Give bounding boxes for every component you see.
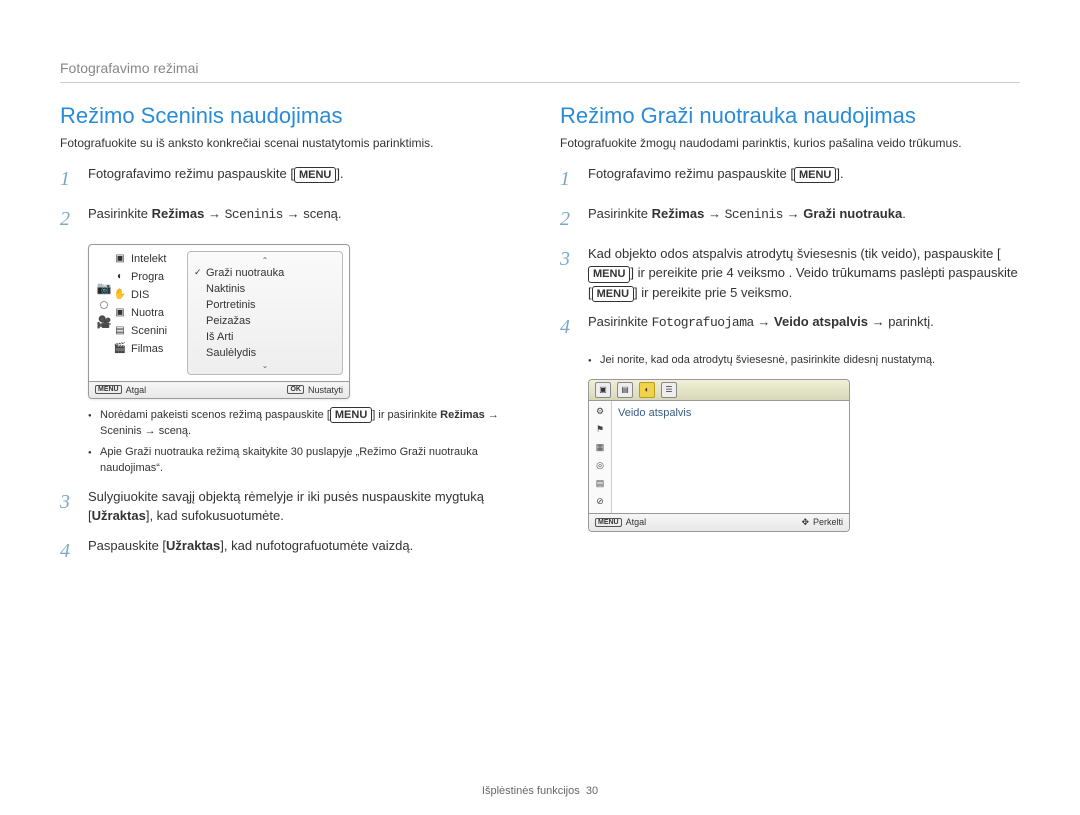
- right-step3: Kad objekto odos atspalvis atrodytų švie…: [588, 244, 1020, 303]
- tab-icon: ▤: [617, 382, 633, 398]
- move-icon: ✥: [801, 517, 809, 528]
- grid2-icon: ▤: [593, 477, 607, 491]
- right-title: Režimo Graži nuotrauka naudojimas: [560, 103, 1020, 129]
- check-icon: ✓: [194, 267, 202, 278]
- ok-tag: OK: [287, 385, 304, 394]
- right-step2: Pasirinkite Režimas → Sceninis → Graži n…: [588, 204, 1020, 234]
- list-item: Portretinis: [206, 299, 256, 311]
- right-step4: Pasirinkite Fotografuojama → Veido atspa…: [588, 312, 1020, 342]
- step-number: 3: [560, 244, 578, 303]
- list-item: DIS: [131, 289, 149, 301]
- tab-bar: ▣ ▤ ◐ ☰: [589, 380, 849, 401]
- setting-label: Veido atspalvis: [612, 401, 849, 513]
- off-icon: ⊘: [593, 495, 607, 509]
- target-icon: ◎: [593, 459, 607, 473]
- mode-icon: 🎬: [113, 343, 127, 355]
- menu-key: MENU: [330, 407, 372, 423]
- footer-label: Perkelti: [813, 517, 843, 527]
- step-number: 1: [60, 164, 78, 194]
- menu-key: MENU: [592, 286, 634, 302]
- scene-popup: ⌃ ✓Graži nuotrauka Naktinis Portretinis …: [187, 251, 343, 375]
- left-step4: Paspauskite [Užraktas], kad nufotografuo…: [88, 536, 520, 566]
- footer-label: Atgal: [126, 385, 147, 395]
- chevron-down-icon: ⌄: [192, 361, 338, 370]
- mode-icon: ✋: [113, 289, 127, 301]
- menu-tag: MENU: [95, 385, 122, 394]
- menu-key: MENU: [794, 167, 836, 183]
- slider-icon: ⚙: [593, 405, 607, 419]
- bullet-note: Apie Graži nuotrauka režimą skaitykite 3…: [88, 444, 520, 477]
- left-intro: Fotografuokite su iš anksto konkrečiai s…: [60, 135, 520, 152]
- mode-icon: ▣: [113, 253, 127, 265]
- step-number: 4: [560, 312, 578, 342]
- mode-icon: ▤: [113, 325, 127, 337]
- mode-dial-icons: 📷 🎥: [95, 251, 113, 375]
- grid-icon: ▦: [593, 441, 607, 455]
- page-footer: Išplėstinės funkcijos 30: [0, 785, 1080, 797]
- camera-icon: 📷: [97, 281, 112, 295]
- list-item: Naktinis: [206, 283, 245, 295]
- menu-tag: MENU: [595, 518, 622, 527]
- left-title: Režimo Sceninis naudojimas: [60, 103, 520, 129]
- mode-icon: ▣: [113, 307, 127, 319]
- list-item: Scenini: [131, 325, 167, 337]
- footer-label: Atgal: [626, 517, 647, 527]
- list-item: Intelekt: [131, 253, 166, 265]
- step-number: 1: [560, 164, 578, 194]
- video-icon: 🎥: [97, 315, 112, 329]
- step-number: 3: [60, 487, 78, 526]
- breadcrumb: Fotografavimo režimai: [60, 60, 1020, 83]
- mode-icon: ◐: [113, 271, 127, 283]
- scene-menu-screenshot: 📷 🎥 ▣ Intelekt ◐ Progra ✋ DIS ▣ Nuotra ▤ Scen…: [88, 244, 350, 399]
- tab-icon-selected: ◐: [639, 382, 655, 398]
- left-step2: Pasirinkite Režimas → Sceninis → sceną.: [88, 204, 520, 234]
- list-item: Filmas: [131, 343, 163, 355]
- tab-icon: ☰: [661, 382, 677, 398]
- left-step3: Sulygiuokite savąjį objektą rėmelyje ir …: [88, 487, 520, 526]
- chevron-up-icon: ⌃: [192, 256, 338, 265]
- left-step1: Fotografavimo režimu paspauskite [MENU].: [88, 164, 520, 194]
- bullet-note: Norėdami pakeisti scenos režimą paspausk…: [88, 407, 520, 440]
- face-tone-screenshot: ▣ ▤ ◐ ☰ ⚙ ⚑ ▦ ◎ ▤ ⊘ Veido atspalvis: [588, 379, 850, 532]
- step-number: 2: [60, 204, 78, 234]
- tab-icon: ▣: [595, 382, 611, 398]
- settings-icon-column: ⚙ ⚑ ▦ ◎ ▤ ⊘: [589, 401, 612, 513]
- mode-list: ▣Intelekt ◐Progra ✋DIS ▣Nuotra ▤Scenini …: [113, 251, 183, 375]
- list-item: Saulėlydis: [206, 347, 256, 359]
- right-step1: Fotografavimo režimu paspauskite [MENU].: [588, 164, 1020, 194]
- list-item: Progra: [131, 271, 164, 283]
- list-item: Nuotra: [131, 307, 164, 319]
- list-item: Graži nuotrauka: [206, 267, 284, 279]
- flag-icon: ⚑: [593, 423, 607, 437]
- step-number: 4: [60, 536, 78, 566]
- bullet-note: Jei norite, kad oda atrodytų šviesesnė, …: [588, 352, 1020, 369]
- list-item: Iš Arti: [206, 331, 234, 343]
- menu-key: MENU: [588, 266, 630, 282]
- left-column: Režimo Sceninis naudojimas Fotografuokit…: [60, 103, 520, 576]
- right-column: Režimo Graži nuotrauka naudojimas Fotogr…: [560, 103, 1020, 576]
- step-number: 2: [560, 204, 578, 234]
- menu-key: MENU: [294, 167, 336, 183]
- list-item: Peizažas: [206, 315, 251, 327]
- right-intro: Fotografuokite žmogų naudodami parinktis…: [560, 135, 1020, 152]
- footer-label: Nustatyti: [308, 385, 343, 395]
